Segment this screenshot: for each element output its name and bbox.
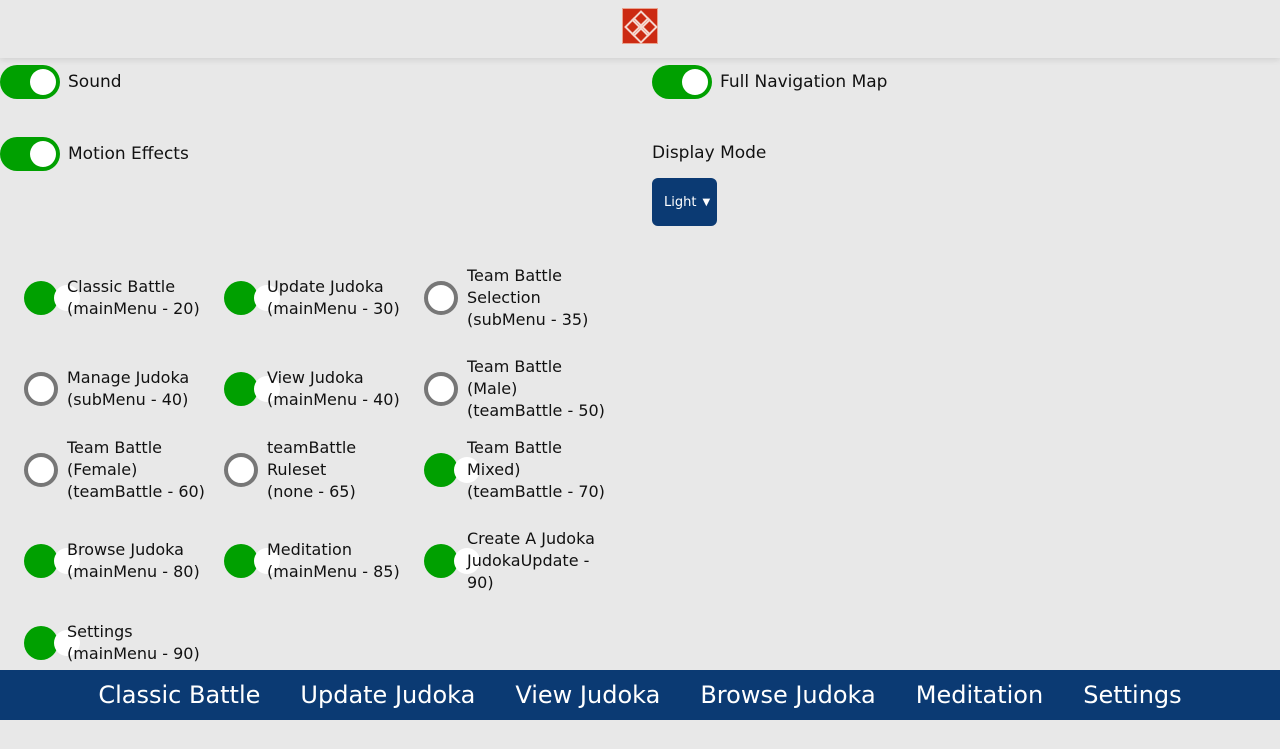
menu-item-label: Team Battle Mixed) (teamBattle - 70) [467, 437, 617, 503]
menu-item-label: teamBattle Ruleset (none - 65) [267, 437, 417, 503]
menu-item-meta: (subMenu - 35) [467, 310, 589, 329]
nav-map-setting: Full Navigation Map [652, 65, 887, 99]
display-mode-value: Light [664, 194, 697, 210]
chevron-down-icon: ▼ [702, 196, 711, 208]
menu-item: Team Battle Mixed) (teamBattle - 70) [424, 437, 624, 503]
menu-item-toggle[interactable] [424, 372, 458, 406]
footer-link-view-judoka[interactable]: View Judoka [515, 681, 660, 709]
menu-item-label: Team Battle (Male) (teamBattle - 50) [467, 356, 617, 422]
menu-item: Settings (mainMenu - 90) [24, 613, 224, 673]
menu-item-meta: (mainMenu - 85) [267, 562, 400, 581]
menu-item-label: Classic Battle (mainMenu - 20) [67, 276, 217, 320]
menu-item-name: Update Judoka [267, 277, 384, 296]
nav-map-label: Full Navigation Map [720, 72, 888, 92]
menu-item-meta: (none - 65) [267, 482, 356, 501]
menu-item-label: View Judoka (mainMenu - 40) [267, 367, 417, 411]
footer-link-update-judoka[interactable]: Update Judoka [300, 681, 475, 709]
menu-item-toggle[interactable] [24, 453, 58, 487]
menu-item-name: Browse Judoka [67, 540, 184, 559]
menu-item-meta: (mainMenu - 90) [67, 644, 200, 663]
menu-item-toggle[interactable] [224, 281, 280, 315]
menu-item-label: Browse Judoka (mainMenu - 80) [67, 539, 217, 583]
header [0, 0, 1280, 58]
menu-item: View Judoka (mainMenu - 40) [224, 359, 424, 419]
menu-item-toggle[interactable] [424, 544, 480, 578]
menu-item-label: Settings (mainMenu - 90) [67, 621, 217, 665]
menu-item-name: Team Battle (Female) [67, 438, 162, 479]
menu-item: teamBattle Ruleset (none - 65) [224, 437, 424, 503]
menu-item-toggle[interactable] [224, 544, 280, 578]
menu-item-toggle[interactable] [24, 372, 58, 406]
footer-link-browse-judoka[interactable]: Browse Judoka [700, 681, 875, 709]
menu-item-name: Team Battle Mixed) [467, 438, 562, 479]
sound-toggle[interactable] [0, 65, 60, 99]
menu-item: Classic Battle (mainMenu - 20) [24, 268, 224, 328]
menu-item-label: Meditation (mainMenu - 85) [267, 539, 417, 583]
menu-item-name: View Judoka [267, 368, 364, 387]
menu-item-label: Update Judoka (mainMenu - 30) [267, 276, 417, 320]
menu-item-toggle[interactable] [24, 626, 80, 660]
menu-item-name: Create A Judoka [467, 529, 595, 548]
menu-item: Team Battle (Female) (teamBattle - 60) [24, 437, 224, 503]
menu-item-label: Team Battle (Female) (teamBattle - 60) [67, 437, 217, 503]
menu-item-meta: (teamBattle - 50) [467, 401, 605, 420]
menu-item-name: Team Battle (Male) [467, 357, 562, 398]
footer-link-meditation[interactable]: Meditation [916, 681, 1043, 709]
display-mode-select[interactable]: Light ▼ [652, 178, 717, 226]
footer-link-classic-battle[interactable]: Classic Battle [98, 681, 260, 709]
menu-item-meta: (teamBattle - 70) [467, 482, 605, 501]
menu-item-meta: (mainMenu - 20) [67, 299, 200, 318]
menu-item-meta: (mainMenu - 30) [267, 299, 400, 318]
menu-item-meta: JudokaUpdate - 90) [467, 551, 590, 592]
menu-item: Team Battle (Male) (teamBattle - 50) [424, 356, 624, 422]
footer-nav: Classic Battle Update Judoka View Judoka… [0, 670, 1280, 720]
menu-item-meta: (teamBattle - 60) [67, 482, 205, 501]
motion-effects-label: Motion Effects [68, 144, 189, 164]
menu-item: Update Judoka (mainMenu - 30) [224, 268, 424, 328]
sound-setting: Sound [0, 65, 122, 99]
menu-item-name: teamBattle Ruleset [267, 438, 357, 479]
menu-item: Browse Judoka (mainMenu - 80) [24, 531, 224, 591]
menu-item-meta: (mainMenu - 80) [67, 562, 200, 581]
menu-item: Meditation (mainMenu - 85) [224, 531, 424, 591]
logo-icon[interactable] [622, 8, 658, 44]
menu-item-name: Classic Battle [67, 277, 176, 296]
menu-item: Manage Judoka (subMenu - 40) [24, 359, 224, 419]
sound-label: Sound [68, 72, 122, 92]
footer-link-settings[interactable]: Settings [1083, 681, 1181, 709]
menu-item-toggle[interactable] [424, 281, 458, 315]
menu-item-name: Settings [67, 622, 133, 641]
menu-item: Create A Judoka JudokaUpdate - 90) [424, 528, 624, 594]
menu-item-toggle[interactable] [24, 544, 80, 578]
menu-item-meta: (mainMenu - 40) [267, 390, 400, 409]
menu-item-toggle[interactable] [224, 453, 258, 487]
menu-item: Team Battle Selection (subMenu - 35) [424, 265, 624, 331]
menu-item-name: Meditation [267, 540, 352, 559]
nav-map-toggle[interactable] [652, 65, 712, 99]
motion-effects-toggle[interactable] [0, 137, 60, 171]
menu-item-name: Manage Judoka [67, 368, 190, 387]
menu-item-toggle[interactable] [424, 453, 480, 487]
menu-item-toggle[interactable] [224, 372, 280, 406]
menu-item-name: Team Battle Selection [467, 266, 562, 307]
menu-item-meta: (subMenu - 40) [67, 390, 189, 409]
menu-item-label: Create A Judoka JudokaUpdate - 90) [467, 528, 617, 594]
display-mode-label: Display Mode [652, 143, 767, 163]
menu-item-toggle[interactable] [24, 281, 80, 315]
motion-effects-setting: Motion Effects [0, 137, 189, 171]
menu-item-label: Manage Judoka (subMenu - 40) [67, 367, 217, 411]
menu-item-label: Team Battle Selection (subMenu - 35) [467, 265, 617, 331]
